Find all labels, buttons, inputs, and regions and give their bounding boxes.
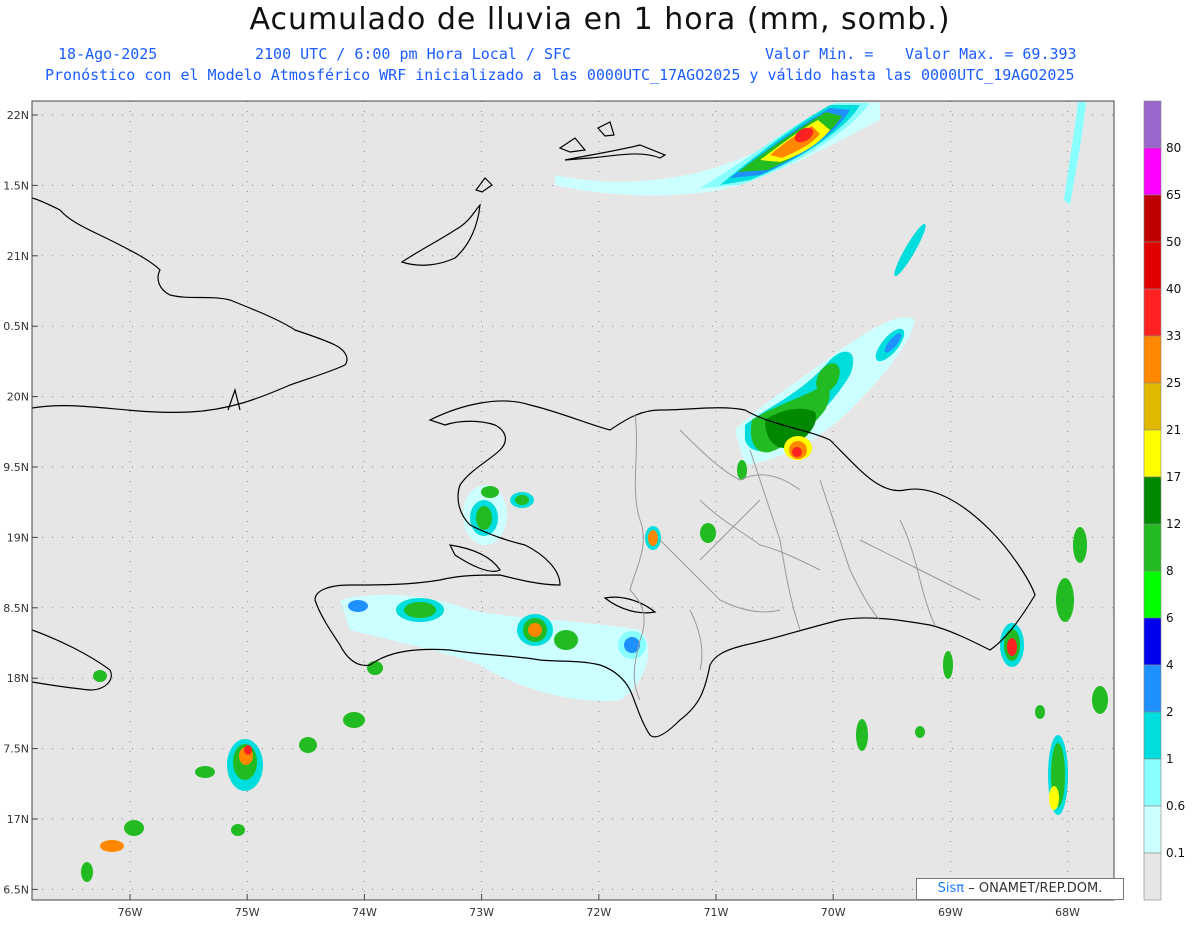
legend-label: 1 — [1166, 752, 1174, 766]
rainfall-map: 22N 1.5N 21N 0.5N 20N 9.5N 19N 8.5N 18N 7.5N 17N 6.… — [3, 100, 1185, 919]
legend-label: 8 — [1166, 564, 1174, 578]
legend-swatch — [1143, 617, 1162, 666]
legend-swatch — [1143, 805, 1162, 854]
legend-label: 0.1 — [1166, 846, 1185, 860]
lon-label: 69W — [938, 906, 963, 919]
legend-label: 80 — [1166, 141, 1181, 155]
lat-label: 17N — [7, 813, 29, 826]
lon-label: 70W — [821, 906, 846, 919]
legend-label: 2 — [1166, 705, 1174, 719]
legend-swatch — [1143, 429, 1162, 478]
legend-swatch — [1143, 758, 1162, 807]
lat-label: 9.5N — [3, 461, 29, 474]
lat-label: 22N — [7, 109, 29, 122]
lat-label: 20N — [7, 391, 29, 404]
credit-box: Sisπ – ONAMET/REP.DOM. — [916, 878, 1124, 900]
legend-swatch — [1143, 194, 1162, 243]
lat-label: 8.5N — [3, 602, 29, 615]
lon-label: 68W — [1055, 906, 1080, 919]
lat-label: 18N — [7, 672, 29, 685]
legend-swatch — [1143, 147, 1162, 196]
legend-swatch — [1143, 288, 1162, 337]
legend-swatch — [1143, 335, 1162, 384]
legend-swatch — [1143, 100, 1162, 149]
lat-label: 0.5N — [3, 320, 29, 333]
lat-label: 6.5N — [3, 883, 29, 896]
lat-label: 19N — [7, 531, 29, 544]
legend-label: 21 — [1166, 423, 1181, 437]
legend-swatch — [1143, 382, 1162, 431]
lat-label: 21N — [7, 250, 29, 263]
lon-label: 74W — [352, 906, 377, 919]
lon-label: 72W — [586, 906, 611, 919]
legend-label: 50 — [1166, 235, 1181, 249]
legend-label: 6 — [1166, 611, 1174, 625]
legend-swatch — [1143, 570, 1162, 619]
legend-label: 17 — [1166, 470, 1181, 484]
credit-text: – ONAMET/REP.DOM. — [968, 881, 1103, 896]
lon-label: 73W — [469, 906, 494, 919]
lon-label: 71W — [704, 906, 729, 919]
legend-swatch — [1143, 852, 1162, 901]
legend-label: 25 — [1166, 376, 1181, 390]
legend-swatch — [1143, 241, 1162, 290]
legend-label: 65 — [1166, 188, 1181, 202]
legend-label: 40 — [1166, 282, 1181, 296]
legend-swatch — [1143, 711, 1162, 760]
legend-label: 12 — [1166, 517, 1181, 531]
lat-label: 1.5N — [3, 179, 29, 192]
colorbar-legend: 806550403325211712864210.60.1 — [1143, 100, 1185, 901]
legend-swatch — [1143, 476, 1162, 525]
lon-label: 76W — [118, 906, 143, 919]
legend-label: 33 — [1166, 329, 1181, 343]
legend-label: 4 — [1166, 658, 1174, 672]
legend-swatch — [1143, 664, 1162, 713]
lon-label: 75W — [235, 906, 260, 919]
lat-label: 7.5N — [3, 743, 29, 756]
sispi-logo: Sisπ — [937, 881, 965, 896]
legend-label: 0.6 — [1166, 799, 1185, 813]
legend-swatch — [1143, 523, 1162, 572]
